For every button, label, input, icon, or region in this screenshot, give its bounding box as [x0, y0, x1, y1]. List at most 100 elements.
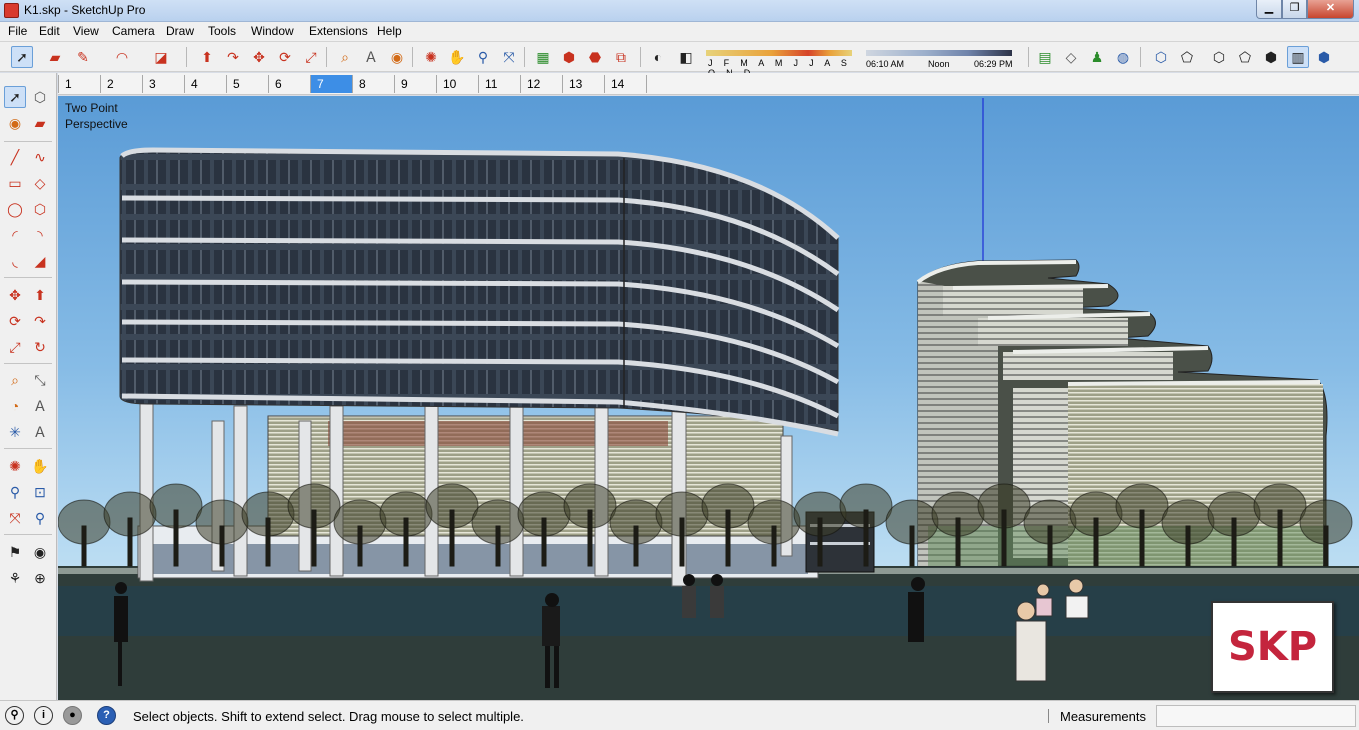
freehand-icon[interactable]: ∿ [29, 146, 51, 168]
scene-tab-9[interactable]: 9 [394, 75, 436, 93]
paint-bucket-icon[interactable]: ◉ [4, 112, 26, 134]
paint-bucket-tool-icon[interactable]: ◉ [386, 46, 408, 68]
scene-tab-4[interactable]: 4 [184, 75, 226, 93]
section-plane-icon[interactable]: ⊕ [29, 567, 51, 589]
shadow-settings-icon[interactable]: ◧ [675, 46, 697, 68]
zoom-window-icon[interactable]: ⊡ [29, 481, 51, 503]
walk-icon[interactable]: ⚘ [4, 567, 26, 589]
text-tool-icon[interactable]: Ａ [360, 46, 382, 68]
axes-icon[interactable]: ✳ [4, 421, 26, 443]
rectangle-tool-icon[interactable]: ◪ [150, 46, 172, 68]
photo-textures-icon[interactable]: ◇ [1060, 46, 1082, 68]
follow-me-icon[interactable]: ↷ [29, 310, 51, 332]
push-pull-icon[interactable]: ⬆ [29, 284, 51, 306]
monochrome-style-icon[interactable]: ⬢ [1313, 46, 1335, 68]
menu-help[interactable]: Help [375, 24, 404, 38]
google-earth-icon[interactable]: ◍ [1112, 46, 1134, 68]
close-button[interactable]: ✕ [1307, 0, 1354, 19]
time-slider[interactable]: 06:10 AM Noon 06:29 PM [864, 48, 1014, 70]
back-edges-style-icon[interactable]: ⬠ [1176, 46, 1198, 68]
menu-window[interactable]: Window [249, 24, 296, 38]
rotate-icon[interactable]: ⟳ [4, 310, 26, 332]
make-component-icon[interactable]: ⬡ [29, 86, 51, 108]
maximize-button[interactable]: ❐ [1282, 0, 1307, 19]
text-icon[interactable]: Ａ [29, 395, 51, 417]
move-icon[interactable]: ✥ [4, 284, 26, 306]
toggle-terrain-icon[interactable]: ♟ [1086, 46, 1108, 68]
geolocation-status-icon[interactable]: ⚲ [5, 706, 24, 725]
scale-tool-icon[interactable]: ⤢ [300, 46, 322, 68]
arc-icon[interactable]: ◜ [4, 224, 26, 246]
scene-tab-12[interactable]: 12 [520, 75, 562, 93]
month-slider[interactable]: J F M A M J J A S O N D [704, 48, 852, 78]
scene-tab-14[interactable]: 14 [604, 75, 646, 93]
zoom-tool-icon[interactable]: ⚲ [472, 46, 494, 68]
shaded-textures-style-icon[interactable]: ▥ [1287, 46, 1309, 68]
select-icon[interactable]: ➚ [4, 86, 26, 108]
shaded-style-icon[interactable]: ⬢ [1260, 46, 1282, 68]
sketchup-app-icon[interactable] [4, 3, 19, 18]
measurements-input[interactable] [1156, 705, 1356, 727]
zoom-icon[interactable]: ⚲ [4, 481, 26, 503]
move-tool-icon[interactable]: ✥ [248, 46, 270, 68]
follow-me-tool-icon[interactable]: ↷ [222, 46, 244, 68]
model-viewport[interactable]: Two Point Perspective SKP [58, 96, 1359, 700]
eraser-tool-icon[interactable]: ▰ [44, 46, 66, 68]
rotated-rectangle-icon[interactable]: ◇ [29, 172, 51, 194]
scene-tab-11[interactable]: 11 [478, 75, 520, 93]
pencil-line-tool-icon[interactable]: ✎ [72, 46, 94, 68]
eraser-icon[interactable]: ▰ [29, 112, 51, 134]
scale-icon[interactable]: ⤢ [4, 336, 26, 358]
pan-icon[interactable]: ✋ [29, 455, 51, 477]
menu-file[interactable]: File [6, 24, 29, 38]
scene-tab-10[interactable]: 10 [436, 75, 478, 93]
wireframe-style-icon[interactable]: ⬡ [1208, 46, 1230, 68]
look-around-icon[interactable]: ◉ [29, 541, 51, 563]
menu-camera[interactable]: Camera [110, 24, 157, 38]
dimension-icon[interactable]: ⤡ [29, 369, 51, 391]
zoom-extents-tool-icon[interactable]: ⤧ [498, 46, 520, 68]
select-tool-icon[interactable]: ➚ [11, 46, 33, 68]
offset-icon[interactable]: ↻ [29, 336, 51, 358]
menu-extensions[interactable]: Extensions [307, 24, 370, 38]
circle-icon[interactable]: ◯ [4, 198, 26, 220]
scene-tab-13[interactable]: 13 [562, 75, 604, 93]
menu-tools[interactable]: Tools [206, 24, 238, 38]
scene-tab-7[interactable]: 7 [310, 75, 352, 93]
pie-icon[interactable]: ◢ [29, 250, 51, 272]
scene-tab-6[interactable]: 6 [268, 75, 310, 93]
line-icon[interactable]: ╱ [4, 146, 26, 168]
previous-view-icon[interactable]: ⚲ [29, 507, 51, 529]
push-pull-tool-icon[interactable]: ⬆ [196, 46, 218, 68]
orbit-icon[interactable]: ✺ [4, 455, 26, 477]
menu-draw[interactable]: Draw [164, 24, 196, 38]
polygon-icon[interactable]: ⬡ [29, 198, 51, 220]
user-account-icon[interactable]: ● [63, 706, 82, 725]
shadows-toggle-icon[interactable]: ◐ [647, 46, 669, 68]
zoom-extents-icon[interactable]: ⤧ [4, 507, 26, 529]
scene-tab-3[interactable]: 3 [142, 75, 184, 93]
hidden-line-style-icon[interactable]: ⬠ [1234, 46, 1256, 68]
share-model-icon[interactable]: ⬢ [558, 46, 580, 68]
arc-tool-icon[interactable]: ◠ [111, 46, 133, 68]
instructor-help-icon[interactable]: ? [97, 706, 116, 725]
orbit-tool-icon[interactable]: ✺ [420, 46, 442, 68]
tape-measure-tool-icon[interactable]: ⌕ [334, 46, 356, 68]
share-component-icon[interactable]: ⬣ [584, 46, 606, 68]
protractor-icon[interactable]: ◔ [4, 395, 26, 417]
xray-style-icon[interactable]: ⬡ [1150, 46, 1172, 68]
scene-tab-1[interactable]: 1 [58, 75, 100, 93]
rectangle-icon[interactable]: ▭ [4, 172, 26, 194]
geo-location-icon[interactable]: ▤ [1034, 46, 1056, 68]
credits-info-icon[interactable]: i [34, 706, 53, 725]
scene-tab-2[interactable]: 2 [100, 75, 142, 93]
scene-tab-8[interactable]: 8 [352, 75, 394, 93]
menu-view[interactable]: View [71, 24, 101, 38]
pan-tool-icon[interactable]: ✋ [446, 46, 468, 68]
scene-tab-5[interactable]: 5 [226, 75, 268, 93]
two-point-arc-icon[interactable]: ◝ [29, 224, 51, 246]
menu-edit[interactable]: Edit [37, 24, 62, 38]
tape-measure-icon[interactable]: ⌕ [4, 369, 26, 391]
position-camera-icon[interactable]: ⚑ [4, 541, 26, 563]
minimize-button[interactable]: ▁ [1256, 0, 1282, 19]
